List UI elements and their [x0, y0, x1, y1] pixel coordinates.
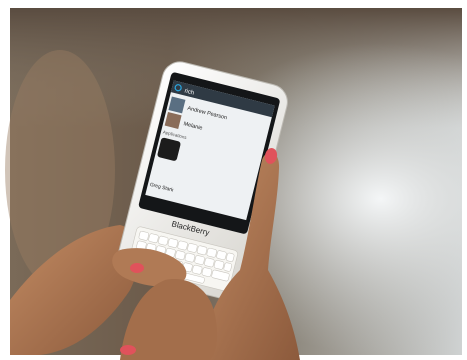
fingernail-left — [130, 263, 144, 273]
fingernail-bottom — [120, 345, 136, 355]
photo: rich Andrew Pearson Melanie Applications… — [0, 0, 467, 360]
photo-scene: rich Andrew Pearson Melanie Applications… — [0, 0, 467, 360]
